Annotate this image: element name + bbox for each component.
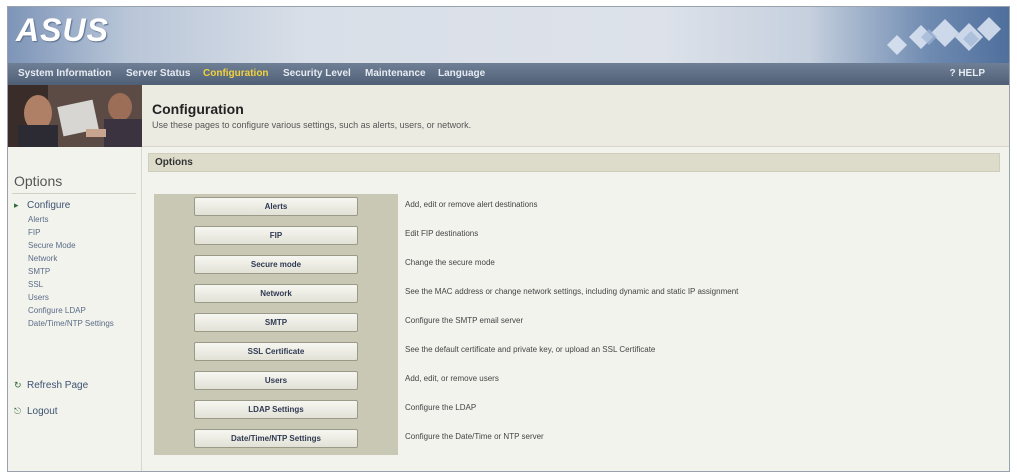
sidebar-sub-secure-mode[interactable]: Secure Mode bbox=[28, 241, 76, 250]
secure-mode-button[interactable]: Secure mode bbox=[194, 255, 358, 274]
sidebar-sub-alerts[interactable]: Alerts bbox=[28, 215, 48, 224]
sidebar-title: Options bbox=[14, 173, 63, 189]
sidebar-item-configure[interactable]: ▸ Configure bbox=[14, 200, 70, 211]
date-time-ntp-description: Configure the Date/Time or NTP server bbox=[405, 432, 544, 441]
logout-label: Logout bbox=[27, 406, 58, 417]
sidebar: Options ▸ Configure Alerts FIP Secure Mo… bbox=[8, 147, 142, 471]
nav-maintenance[interactable]: Maintenance bbox=[365, 68, 426, 79]
nav-language[interactable]: Language bbox=[438, 68, 485, 79]
sidebar-sub-date-time[interactable]: Date/Time/NTP Settings bbox=[28, 319, 114, 328]
sidebar-sub-fip[interactable]: FIP bbox=[28, 228, 40, 237]
secure-mode-description: Change the secure mode bbox=[405, 258, 495, 267]
options-button-panel: Alerts FIP Secure mode Network SMTP SSL … bbox=[154, 194, 398, 455]
fip-button[interactable]: FIP bbox=[194, 226, 358, 245]
logo-wordmark: ASUS bbox=[16, 12, 109, 48]
page-description: Use these pages to configure various set… bbox=[152, 120, 472, 130]
header-photo bbox=[8, 85, 142, 147]
smtp-description: Configure the SMTP email server bbox=[405, 316, 524, 325]
sidebar-sub-ssl[interactable]: SSL bbox=[28, 280, 43, 289]
ldap-settings-button[interactable]: LDAP Settings bbox=[194, 400, 358, 419]
circuit-art-icon bbox=[887, 17, 1001, 55]
page-title: Configuration bbox=[152, 101, 244, 117]
alerts-button[interactable]: Alerts bbox=[194, 197, 358, 216]
refresh-icon: ↻ bbox=[14, 380, 22, 390]
header-banner: ASUS bbox=[8, 7, 1009, 63]
asus-logo[interactable]: ASUS bbox=[16, 13, 144, 55]
sidebar-sub-smtp[interactable]: SMTP bbox=[28, 267, 50, 276]
fip-description: Edit FIP destinations bbox=[405, 229, 479, 238]
top-nav: System Information Server Status Configu… bbox=[8, 63, 1009, 85]
sidebar-divider bbox=[12, 193, 136, 194]
ssl-certificate-button[interactable]: SSL Certificate bbox=[194, 342, 358, 361]
sidebar-item-label: Configure bbox=[27, 200, 71, 211]
users-button[interactable]: Users bbox=[194, 371, 358, 390]
expand-arrow-icon: ▸ bbox=[14, 200, 19, 210]
nav-security-level[interactable]: Security Level bbox=[283, 68, 351, 79]
refresh-label: Refresh Page bbox=[27, 380, 89, 391]
network-description: See the MAC address or change network se… bbox=[405, 287, 739, 296]
network-button[interactable]: Network bbox=[194, 284, 358, 303]
options-header-label: Options bbox=[155, 157, 193, 168]
sidebar-refresh-page[interactable]: ↻ Refresh Page bbox=[14, 380, 88, 391]
ldap-settings-description: Configure the LDAP bbox=[405, 403, 477, 412]
nav-server-status[interactable]: Server Status bbox=[126, 68, 190, 79]
sidebar-logout[interactable]: ⎋ Logout bbox=[14, 406, 58, 417]
alerts-description: Add, edit or remove alert destinations bbox=[405, 200, 538, 209]
page-header: Configuration Use these pages to configu… bbox=[142, 85, 1009, 147]
logout-icon: ⎋ bbox=[14, 406, 22, 416]
sidebar-sub-configure-ldap[interactable]: Configure LDAP bbox=[28, 306, 86, 315]
date-time-ntp-button[interactable]: Date/Time/NTP Settings bbox=[194, 429, 358, 448]
nav-configuration[interactable]: Configuration bbox=[203, 68, 269, 79]
options-header: Options bbox=[148, 153, 1000, 172]
nav-system-information[interactable]: System Information bbox=[18, 68, 111, 79]
sidebar-sub-network[interactable]: Network bbox=[28, 254, 57, 263]
smtp-button[interactable]: SMTP bbox=[194, 313, 358, 332]
help-link[interactable]: ? HELP bbox=[949, 68, 985, 79]
app-window: ASUS System Information Server Status Co… bbox=[7, 6, 1010, 472]
sidebar-sub-users[interactable]: Users bbox=[28, 293, 49, 302]
users-description: Add, edit, or remove users bbox=[405, 374, 499, 383]
ssl-certificate-description: See the default certificate and private … bbox=[405, 345, 656, 354]
